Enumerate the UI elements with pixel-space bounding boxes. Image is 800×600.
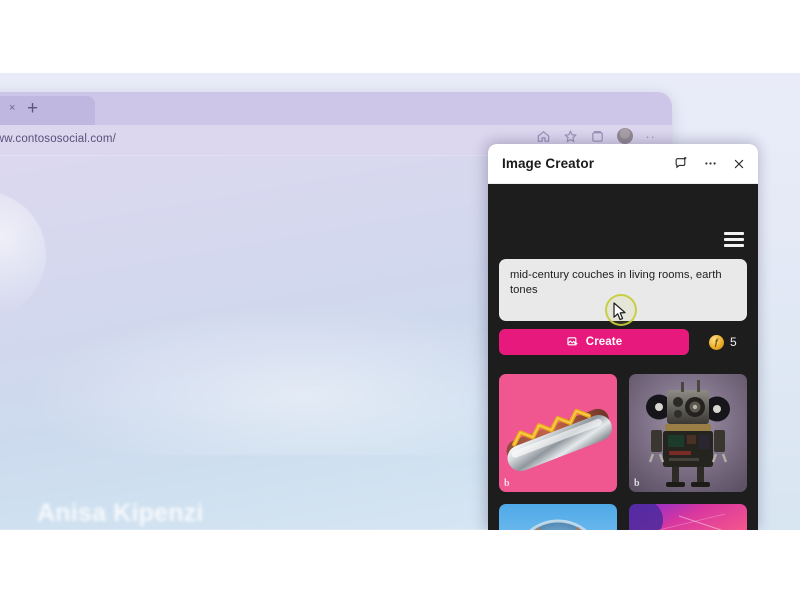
- results-grid: b b: [499, 374, 747, 530]
- bing-watermark: b: [504, 478, 510, 489]
- vintage-robot-image[interactable]: b: [629, 374, 747, 492]
- browser-tabstrip: × +: [0, 92, 672, 125]
- coin-icon: ƒ: [709, 334, 724, 350]
- toolbar-icon-group: ··: [536, 128, 656, 144]
- tab-close-icon[interactable]: ×: [9, 103, 15, 114]
- feedback-icon[interactable]: [674, 156, 689, 171]
- astronaut-shiba-image[interactable]: b: [499, 504, 617, 530]
- hamburger-line: [724, 244, 744, 247]
- create-button-label: Create: [585, 336, 623, 348]
- credits-count: 5: [730, 335, 737, 349]
- hamburger-line: [724, 238, 744, 241]
- abstract-art: [629, 504, 747, 530]
- image-create-icon: [566, 335, 580, 349]
- panel-header-actions: [674, 156, 746, 171]
- panel-body: mid-century couches in living rooms, ear…: [488, 184, 758, 530]
- more-options-icon[interactable]: [703, 156, 718, 171]
- prompt-input[interactable]: mid-century couches in living rooms, ear…: [499, 259, 747, 321]
- prompt-value: mid-century couches in living rooms, ear…: [510, 269, 722, 296]
- robot-art: [629, 374, 747, 492]
- create-button[interactable]: Create: [499, 329, 689, 355]
- credits-indicator[interactable]: ƒ 5: [709, 334, 737, 350]
- page-title: Anisa Kipenzi: [37, 499, 204, 527]
- close-icon[interactable]: [732, 157, 746, 171]
- panel-header: Image Creator: [488, 144, 758, 184]
- address-bar-url[interactable]: /www.contososocial.com/: [0, 133, 116, 145]
- more-dots[interactable]: ··: [645, 130, 656, 143]
- bing-watermark: b: [634, 478, 640, 489]
- hotdog-art: [499, 374, 617, 492]
- create-row: Create ƒ 5: [499, 329, 747, 355]
- hamburger-menu-icon[interactable]: [724, 232, 744, 247]
- favorites-star-icon[interactable]: [563, 129, 578, 144]
- screenshot-stage: × + /www.contososocial.com/ ··: [0, 0, 800, 600]
- hero-decorative-orb: [0, 191, 46, 319]
- new-tab-button[interactable]: +: [27, 99, 38, 118]
- panel-title: Image Creator: [502, 156, 595, 171]
- chrome-hotdog-image[interactable]: b: [499, 374, 617, 492]
- abstract-gradient-image[interactable]: b: [629, 504, 747, 530]
- profile-avatar[interactable]: [617, 128, 634, 144]
- bottom-white-area: [0, 530, 800, 600]
- hamburger-line: [724, 232, 744, 235]
- image-creator-panel: Image Creator mid-century couches in liv…: [488, 144, 758, 530]
- collections-icon[interactable]: [590, 129, 605, 144]
- home-icon[interactable]: [536, 129, 551, 144]
- shiba-art: [499, 504, 617, 530]
